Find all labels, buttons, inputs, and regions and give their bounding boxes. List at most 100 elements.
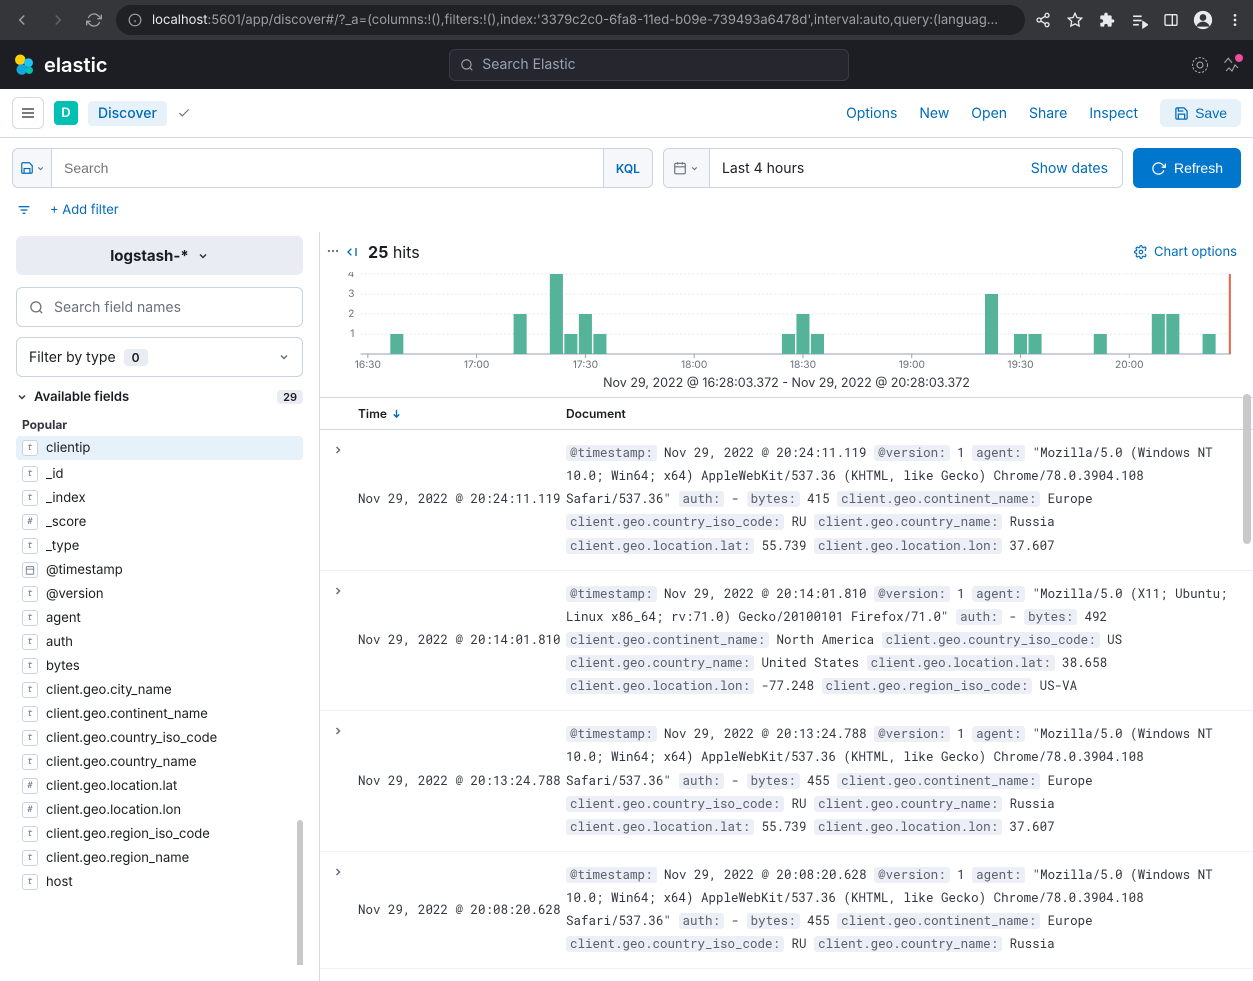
query-input[interactable] <box>52 148 604 188</box>
dots-icon[interactable] <box>326 244 340 258</box>
field-key: @version: <box>874 726 950 742</box>
filter-menu-button[interactable] <box>12 198 36 222</box>
field-item[interactable]: t_type <box>16 534 303 558</box>
field-item[interactable]: tclient.geo.region_iso_code <box>16 822 303 846</box>
add-filter-button[interactable]: + Add filter <box>50 202 119 218</box>
date-picker: Last 4 hours Show dates <box>663 148 1123 188</box>
field-key: client.geo.country_iso_code: <box>566 514 784 530</box>
chart-options-button[interactable]: Chart options <box>1134 244 1237 260</box>
svg-text:19:00: 19:00 <box>899 359 925 371</box>
field-item[interactable]: #client.geo.location.lon <box>16 798 303 822</box>
elastic-header: elastic Search Elastic <box>0 40 1253 89</box>
newsfeed-icon[interactable] <box>1223 56 1241 74</box>
back-button[interactable] <box>8 6 36 34</box>
nav-inspect[interactable]: Inspect <box>1089 105 1138 122</box>
field-key: bytes: <box>747 773 800 789</box>
breadcrumb-app[interactable]: Discover <box>88 101 167 126</box>
forward-button[interactable] <box>44 6 72 34</box>
nav-toggle-button[interactable] <box>12 97 44 129</box>
menu-icon[interactable] <box>1225 10 1245 30</box>
search-icon <box>29 300 44 315</box>
url-bar[interactable]: localhost:5601/app/discover#/?_a=(column… <box>116 5 1025 35</box>
time-column-header[interactable]: Time <box>356 406 566 421</box>
profile-icon[interactable] <box>1193 10 1213 30</box>
histogram-chart[interactable]: 123416:3017:0017:3018:0018:3019:0019:302… <box>336 272 1237 372</box>
chevron-down-icon <box>16 391 28 403</box>
sidebar-scrollbar[interactable] <box>297 820 303 965</box>
field-name: @version <box>46 586 104 602</box>
expand-row-button[interactable] <box>332 444 344 456</box>
chevron-down-icon <box>690 164 699 173</box>
kql-toggle[interactable]: KQL <box>604 148 653 188</box>
field-item[interactable]: tclient.geo.country_name <box>16 750 303 774</box>
field-item[interactable]: tclient.geo.continent_name <box>16 702 303 726</box>
date-range-display[interactable]: Last 4 hours <box>710 149 1017 187</box>
elastic-logo[interactable]: elastic <box>12 53 107 77</box>
expand-row-button[interactable] <box>332 585 344 597</box>
refresh-button[interactable]: Refresh <box>1133 148 1241 188</box>
field-item[interactable]: #client.geo.location.lat <box>16 774 303 798</box>
field-key: bytes: <box>747 491 800 507</box>
playlist-icon[interactable] <box>1129 10 1149 30</box>
field-item[interactable]: tauth <box>16 630 303 654</box>
nav-options[interactable]: Options <box>846 105 897 122</box>
field-name: client.geo.country_iso_code <box>46 730 217 746</box>
field-key: client.geo.location.lat: <box>566 538 754 554</box>
field-key: client.geo.location.lat: <box>867 655 1055 671</box>
chart-area: 123416:3017:0017:3018:0018:3019:0019:302… <box>320 268 1253 374</box>
collapse-icon[interactable] <box>344 244 360 260</box>
field-item[interactable]: thost <box>16 870 303 894</box>
svg-text:20:00: 20:00 <box>1115 359 1144 371</box>
nav-new[interactable]: New <box>919 105 949 122</box>
field-item[interactable]: t_id <box>16 462 303 486</box>
field-item[interactable]: tclient.geo.country_iso_code <box>16 726 303 750</box>
available-fields-header[interactable]: Available fields 29 <box>16 389 303 405</box>
extensions-icon[interactable] <box>1097 10 1117 30</box>
share-icon[interactable] <box>1033 10 1053 30</box>
field-type-icon: # <box>22 514 38 530</box>
field-item-popular[interactable]: t clientip <box>16 436 303 460</box>
show-dates-button[interactable]: Show dates <box>1017 149 1122 187</box>
field-item[interactable]: @timestamp <box>16 558 303 582</box>
star-icon[interactable] <box>1065 10 1085 30</box>
field-search-input[interactable]: Search field names <box>16 287 303 327</box>
field-item[interactable]: t@version <box>16 582 303 606</box>
field-item[interactable]: tclient.geo.city_name <box>16 678 303 702</box>
field-key: client.geo.location.lat: <box>566 819 754 835</box>
chevron-down-icon <box>36 164 45 173</box>
field-item[interactable]: #_score <box>16 510 303 534</box>
field-key: agent: <box>972 586 1025 602</box>
index-pattern-select[interactable]: logstash-* <box>16 236 303 275</box>
field-key: @version: <box>874 586 950 602</box>
field-item[interactable]: tbytes <box>16 654 303 678</box>
expand-row-button[interactable] <box>332 725 344 737</box>
help-icon[interactable] <box>1191 56 1209 74</box>
filter-by-type[interactable]: Filter by type 0 <box>16 337 303 377</box>
nav-share[interactable]: Share <box>1029 105 1067 122</box>
field-key: agent: <box>972 726 1025 742</box>
panel-icon[interactable] <box>1161 10 1181 30</box>
field-item[interactable]: tagent <box>16 606 303 630</box>
field-type-icon: t <box>22 610 38 626</box>
nav-open[interactable]: Open <box>971 105 1007 122</box>
chrome-toolbar-icons <box>1033 10 1245 30</box>
expand-row-button[interactable] <box>332 866 344 878</box>
document-column-header[interactable]: Document <box>566 406 1253 421</box>
field-name: host <box>46 874 73 890</box>
field-item[interactable]: t_index <box>16 486 303 510</box>
field-name: client.geo.location.lon <box>46 802 181 818</box>
global-search[interactable]: Search Elastic <box>449 49 849 81</box>
field-key: @version: <box>874 445 950 461</box>
field-key: client.geo.continent_name: <box>566 632 769 648</box>
date-quick-button[interactable] <box>664 149 710 187</box>
saved-query-button[interactable] <box>12 148 52 188</box>
reload-button[interactable] <box>80 6 108 34</box>
save-button[interactable]: Save <box>1160 99 1241 127</box>
field-item[interactable]: tclient.geo.region_name <box>16 846 303 870</box>
doc-rows: Nov 29, 2022 @ 20:24:11.119@timestamp: N… <box>320 430 1253 981</box>
hits-count: 25 hits <box>368 242 420 262</box>
svg-text:4: 4 <box>348 272 355 280</box>
content-scrollbar[interactable] <box>1243 394 1251 544</box>
svg-text:18:00: 18:00 <box>681 359 707 371</box>
doc-table-header: Time Document <box>320 397 1253 430</box>
